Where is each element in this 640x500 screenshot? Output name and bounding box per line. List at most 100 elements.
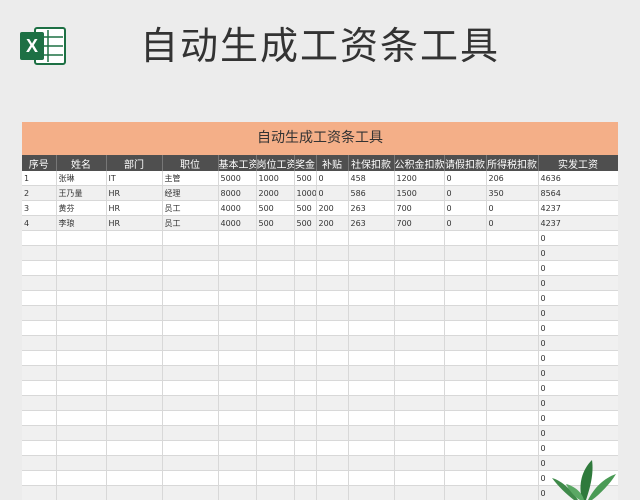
- table-cell[interactable]: [316, 305, 349, 321]
- table-cell[interactable]: 1000: [256, 171, 295, 186]
- table-cell[interactable]: [486, 230, 539, 246]
- table-cell[interactable]: [106, 485, 163, 500]
- table-cell[interactable]: [348, 260, 395, 276]
- table-cell[interactable]: [56, 335, 107, 351]
- table-cell[interactable]: [486, 350, 539, 366]
- table-cell[interactable]: [348, 485, 395, 500]
- table-cell[interactable]: 员工: [162, 215, 219, 231]
- table-cell[interactable]: [316, 230, 349, 246]
- table-cell[interactable]: IT: [106, 171, 163, 186]
- table-cell[interactable]: [22, 455, 57, 471]
- table-cell[interactable]: [218, 290, 257, 306]
- table-cell[interactable]: [162, 470, 219, 486]
- table-cell[interactable]: [22, 305, 57, 321]
- table-cell[interactable]: [394, 395, 445, 411]
- table-cell[interactable]: 1000: [294, 185, 317, 201]
- table-cell[interactable]: [218, 245, 257, 261]
- table-cell[interactable]: [294, 260, 317, 276]
- table-cell[interactable]: 0: [538, 260, 618, 276]
- table-cell[interactable]: [56, 305, 107, 321]
- table-cell[interactable]: 0: [538, 365, 618, 381]
- table-cell[interactable]: 0: [316, 171, 349, 186]
- table-cell[interactable]: [394, 275, 445, 291]
- table-cell[interactable]: [218, 335, 257, 351]
- table-cell[interactable]: HR: [106, 185, 163, 201]
- table-cell[interactable]: [218, 470, 257, 486]
- table-cell[interactable]: [316, 335, 349, 351]
- table-cell[interactable]: [106, 380, 163, 396]
- table-cell[interactable]: 0: [538, 305, 618, 321]
- table-cell[interactable]: [256, 440, 295, 456]
- table-cell[interactable]: [218, 410, 257, 426]
- table-cell[interactable]: 0: [444, 171, 487, 186]
- table-cell[interactable]: [106, 230, 163, 246]
- table-cell[interactable]: [316, 290, 349, 306]
- table-cell[interactable]: [56, 275, 107, 291]
- table-cell[interactable]: [256, 365, 295, 381]
- table-cell[interactable]: 0: [538, 320, 618, 336]
- table-cell[interactable]: [218, 485, 257, 500]
- table-cell[interactable]: [162, 380, 219, 396]
- table-cell[interactable]: [56, 455, 107, 471]
- table-cell[interactable]: [486, 305, 539, 321]
- table-cell[interactable]: [294, 335, 317, 351]
- table-cell[interactable]: 1500: [394, 185, 445, 201]
- table-cell[interactable]: HR: [106, 215, 163, 231]
- table-cell[interactable]: [22, 425, 57, 441]
- table-cell[interactable]: [316, 455, 349, 471]
- table-cell[interactable]: [56, 395, 107, 411]
- table-cell[interactable]: [316, 470, 349, 486]
- table-cell[interactable]: [294, 230, 317, 246]
- table-cell[interactable]: 700: [394, 215, 445, 231]
- table-cell[interactable]: [218, 260, 257, 276]
- table-cell[interactable]: [294, 305, 317, 321]
- table-cell[interactable]: [486, 380, 539, 396]
- table-cell[interactable]: [106, 440, 163, 456]
- table-cell[interactable]: [316, 380, 349, 396]
- table-cell[interactable]: [486, 425, 539, 441]
- table-cell[interactable]: [394, 455, 445, 471]
- table-cell[interactable]: [394, 230, 445, 246]
- table-cell[interactable]: [162, 260, 219, 276]
- table-cell[interactable]: [22, 320, 57, 336]
- table-cell[interactable]: [348, 410, 395, 426]
- table-cell[interactable]: 700: [394, 200, 445, 216]
- table-cell[interactable]: [22, 440, 57, 456]
- table-cell[interactable]: 0: [538, 290, 618, 306]
- table-cell[interactable]: 经理: [162, 185, 219, 201]
- table-cell[interactable]: 3: [22, 200, 57, 216]
- table-cell[interactable]: [256, 320, 295, 336]
- table-cell[interactable]: 8564: [538, 185, 618, 201]
- table-cell[interactable]: [22, 275, 57, 291]
- table-cell[interactable]: [394, 335, 445, 351]
- table-cell[interactable]: [294, 470, 317, 486]
- table-cell[interactable]: [22, 395, 57, 411]
- table-cell[interactable]: [486, 440, 539, 456]
- table-cell[interactable]: [162, 305, 219, 321]
- table-cell[interactable]: 0: [538, 395, 618, 411]
- table-cell[interactable]: [444, 305, 487, 321]
- table-cell[interactable]: [106, 305, 163, 321]
- table-cell[interactable]: [486, 335, 539, 351]
- table-cell[interactable]: 4636: [538, 171, 618, 186]
- table-cell[interactable]: [394, 245, 445, 261]
- table-cell[interactable]: [444, 395, 487, 411]
- table-cell[interactable]: [444, 365, 487, 381]
- table-cell[interactable]: [348, 365, 395, 381]
- table-cell[interactable]: 0: [538, 350, 618, 366]
- table-cell[interactable]: [444, 425, 487, 441]
- table-cell[interactable]: [256, 470, 295, 486]
- table-cell[interactable]: 458: [348, 171, 395, 186]
- table-cell[interactable]: [394, 470, 445, 486]
- table-cell[interactable]: [106, 455, 163, 471]
- table-cell[interactable]: [56, 365, 107, 381]
- table-cell[interactable]: [316, 260, 349, 276]
- table-cell[interactable]: [218, 425, 257, 441]
- table-cell[interactable]: 0: [538, 245, 618, 261]
- table-cell[interactable]: [486, 260, 539, 276]
- table-cell[interactable]: [218, 380, 257, 396]
- table-cell[interactable]: 263: [348, 215, 395, 231]
- table-cell[interactable]: [394, 350, 445, 366]
- table-cell[interactable]: [162, 335, 219, 351]
- table-cell[interactable]: [444, 290, 487, 306]
